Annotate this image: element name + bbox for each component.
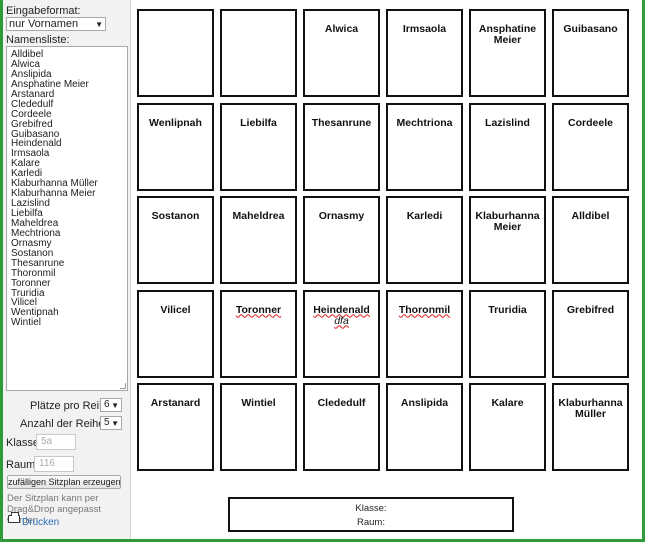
resize-handle-icon[interactable]	[120, 383, 126, 389]
seat-card[interactable]	[137, 9, 214, 97]
seat-card[interactable]: Toronner	[220, 289, 297, 378]
chevron-down-icon: ▼	[95, 20, 103, 29]
namelist-item: Grebifred	[11, 118, 53, 130]
seat-card[interactable]: Mechtriona	[386, 102, 463, 191]
seat-name: Toronner	[235, 303, 282, 316]
seat-card[interactable]: Arstanard	[137, 383, 214, 471]
seat-note: dfa	[305, 314, 378, 327]
seat-name: Wenlipnah	[149, 116, 202, 129]
seat-card[interactable]: Maheldrea	[220, 196, 297, 284]
generate-seatplan-button[interactable]: zufälligen Sitzplan erzeugen	[7, 475, 121, 489]
seat-card[interactable]: Ansphatine Meier	[469, 9, 546, 97]
seat-card[interactable]: Guibasano	[552, 9, 629, 97]
format-select[interactable]: nur Vornamen ▼	[6, 17, 106, 31]
format-label: Eingabeformat:	[6, 5, 81, 17]
seat-card[interactable]: Cordeele	[552, 102, 629, 191]
seat-card[interactable]: Clededulf	[303, 383, 380, 471]
seat-card[interactable]: Liebilfa	[220, 102, 297, 191]
namelist-label: Namensliste:	[6, 34, 70, 46]
rows-select[interactable]: 5 ▼	[100, 416, 122, 430]
seat-card[interactable]: Grebifred	[552, 289, 629, 378]
seat-name: Alldibel	[571, 210, 610, 222]
namelist-textarea[interactable]: Alldibel Alwica Anslipida Ansphatine Meier A…	[6, 46, 128, 391]
print-link[interactable]: Drucken	[8, 512, 60, 528]
seat-name: Lazislind	[485, 116, 530, 129]
seat-card[interactable]: Klaburhanna Meier	[469, 196, 546, 284]
seat-name: Karledi	[406, 210, 443, 222]
namelist-item: Toronner	[11, 277, 51, 289]
seat-card[interactable]: Ornasmy	[303, 196, 380, 284]
seat-note-text: dfa	[334, 314, 349, 327]
seat-name: Ansphatine Meier	[478, 23, 537, 46]
rows-value: 5	[104, 417, 110, 428]
seat-name: Guibasano	[563, 23, 618, 35]
printer-icon	[8, 512, 20, 523]
seat-name: Mechtriona	[396, 116, 453, 129]
format-select-value: nur Vornamen	[9, 18, 79, 30]
seat-card[interactable]	[220, 9, 297, 97]
seat-card[interactable]: Karledi	[386, 196, 463, 284]
seat-name: Cordeele	[568, 116, 613, 129]
info-room-label: Raum:	[357, 517, 385, 528]
chevron-down-icon: ▼	[111, 419, 119, 428]
seat-name: Clededulf	[317, 397, 366, 409]
seat-name: Arstanard	[150, 397, 201, 409]
seat-card[interactable]: Heindenald dfa	[303, 289, 380, 378]
seats-per-row-value: 6	[104, 399, 110, 410]
print-label: Drucken	[22, 517, 60, 528]
seat-name: Klaburhanna Meier	[475, 210, 540, 233]
class-input[interactable]: 5a	[36, 434, 76, 450]
seat-name: Wintiel	[241, 397, 276, 409]
seat-card[interactable]: Wenlipnah	[137, 102, 214, 191]
seat-name: Sostanon	[151, 210, 200, 222]
seat-card[interactable]: Anslipida	[386, 383, 463, 471]
sidebar: Eingabeformat: nur Vornamen ▼ Namenslist…	[3, 0, 131, 539]
seat-name: Vilicel	[160, 303, 191, 316]
seat-card[interactable]: Lazislind	[469, 102, 546, 191]
seat-card[interactable]: Alwica	[303, 9, 380, 97]
seat-name: Irmsaola	[402, 23, 447, 35]
info-box: Klasse: Raum:	[228, 497, 514, 532]
seat-name: Klaburhanna Müller	[558, 397, 623, 420]
seat-card[interactable]: Irmsaola	[386, 9, 463, 97]
seat-card[interactable]: Truridia	[469, 289, 546, 378]
seat-card[interactable]: Vilicel	[137, 289, 214, 378]
chevron-down-icon: ▼	[111, 401, 119, 410]
room-input[interactable]: 116	[34, 456, 74, 472]
seat-name: Maheldrea	[232, 210, 285, 222]
seat-card[interactable]: Klaburhanna Müller	[552, 383, 629, 471]
seat-name: Grebifred	[566, 303, 615, 316]
seat-name: Kalare	[491, 397, 524, 409]
seat-name: Anslipida	[400, 397, 449, 409]
seat-card[interactable]: Thoronmil	[386, 289, 463, 378]
namelist-item: Wintiel	[11, 317, 42, 329]
seat-card[interactable]: Thesanrune	[303, 102, 380, 191]
seat-card[interactable]: Wintiel	[220, 383, 297, 471]
seat-card[interactable]: Sostanon	[137, 196, 214, 284]
seat-name: Truridia	[488, 303, 527, 316]
seat-card[interactable]: Alldibel	[552, 196, 629, 284]
seat-name: Liebilfa	[240, 116, 277, 129]
seat-card[interactable]: Kalare	[469, 383, 546, 471]
info-class-label: Klasse:	[355, 503, 387, 514]
seat-name: Thesanrune	[311, 116, 372, 129]
seat-name: Ornasmy	[318, 210, 365, 222]
seat-name: Alwica	[324, 23, 359, 35]
seats-per-row-select[interactable]: 6 ▼	[100, 398, 122, 412]
seat-name: Thoronmil	[398, 303, 451, 316]
